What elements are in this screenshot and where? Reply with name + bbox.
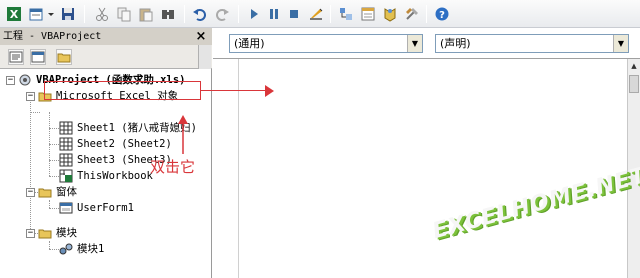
scroll-up-icon[interactable]: ▲	[628, 59, 640, 73]
tree-item-label: UserForm1	[77, 202, 134, 214]
worksheet-icon	[59, 153, 73, 167]
workbook-icon	[59, 169, 73, 183]
up-arrow-icon	[178, 115, 188, 154]
paste-icon[interactable]	[138, 6, 154, 22]
margin-indicator-bar[interactable]	[213, 59, 239, 278]
tree-item-userform1[interactable]: UserForm1	[59, 200, 134, 216]
view-code-icon[interactable]	[8, 49, 24, 65]
code-window: (通用) ▼ (声明) ▼ ▲	[213, 28, 640, 278]
excel-icon[interactable]: X	[6, 6, 22, 22]
close-icon[interactable]: ×	[194, 30, 208, 43]
save-icon[interactable]	[60, 6, 76, 22]
tree-item-label: ThisWorkbook	[77, 170, 153, 182]
project-explorer-title: 工程 - VBAProject	[0, 28, 212, 45]
tree-folder-label: 模块	[56, 227, 77, 239]
run-icon[interactable]	[246, 6, 262, 22]
reset-icon[interactable]	[286, 6, 302, 22]
tree-item-module1[interactable]: 模块1	[59, 241, 104, 257]
properties-window-icon[interactable]	[360, 6, 376, 22]
procedure-combo[interactable]: (声明) ▼	[435, 34, 629, 53]
chevron-down-icon[interactable]	[46, 6, 56, 22]
find-icon[interactable]	[160, 6, 176, 22]
worksheet-icon	[59, 137, 73, 151]
toolbar-scroll-arrow[interactable]	[198, 45, 211, 69]
svg-text:?: ?	[439, 10, 445, 21]
tree-folder-label: 窗体	[56, 186, 77, 198]
scroll-thumb[interactable]	[629, 75, 639, 93]
tree-folder-forms[interactable]: 窗体	[38, 184, 77, 200]
undo-icon[interactable]	[192, 6, 208, 22]
view-object-icon[interactable]	[30, 49, 46, 65]
procedure-combo-value: (声明)	[440, 37, 471, 50]
object-combo-value: (通用)	[234, 37, 265, 50]
vbaproject-icon	[18, 73, 32, 87]
pointer-arrow-line	[201, 90, 267, 91]
chevron-down-icon[interactable]: ▼	[613, 35, 628, 52]
toolbox-icon[interactable]	[404, 6, 420, 22]
double-click-annotation: 双击它	[150, 158, 196, 176]
folder-icon	[38, 226, 52, 240]
tree-folder-modules[interactable]: 模块	[38, 225, 77, 241]
collapse-toggle[interactable]: −	[26, 92, 35, 101]
folder-icon	[38, 185, 52, 199]
svg-text:X: X	[10, 8, 19, 21]
module-icon	[59, 242, 73, 256]
break-icon[interactable]	[266, 6, 282, 22]
toggle-folders-icon[interactable]	[56, 49, 72, 65]
collapse-toggle[interactable]: −	[6, 76, 15, 85]
code-editor[interactable]: ▲	[213, 58, 640, 278]
help-icon[interactable]: ?	[434, 6, 450, 22]
object-combo[interactable]: (通用) ▼	[229, 34, 423, 53]
collapse-toggle[interactable]: −	[26, 188, 35, 197]
highlight-box	[44, 81, 201, 100]
redo-icon[interactable]	[214, 6, 230, 22]
cut-icon[interactable]	[94, 6, 110, 22]
tree-item-label: Sheet2 (Sheet2)	[77, 138, 172, 150]
tree-item-thisworkbook[interactable]: ThisWorkbook	[59, 168, 153, 184]
tree-item-sheet2[interactable]: Sheet2 (Sheet2)	[59, 136, 172, 152]
right-arrow-icon	[265, 85, 274, 97]
project-explorer-toolbar	[0, 45, 212, 69]
collapse-toggle[interactable]: −	[26, 229, 35, 238]
standard-toolbar: X ?	[0, 0, 640, 28]
insert-userform-icon[interactable]	[28, 6, 44, 22]
chevron-down-icon[interactable]: ▼	[407, 35, 422, 52]
object-browser-icon[interactable]	[382, 6, 398, 22]
design-mode-icon[interactable]	[308, 6, 324, 22]
project-explorer-icon[interactable]	[338, 6, 354, 22]
copy-icon[interactable]	[116, 6, 132, 22]
worksheet-icon	[59, 121, 73, 135]
userform-icon	[59, 201, 73, 215]
tree-item-label: 模块1	[77, 243, 105, 255]
